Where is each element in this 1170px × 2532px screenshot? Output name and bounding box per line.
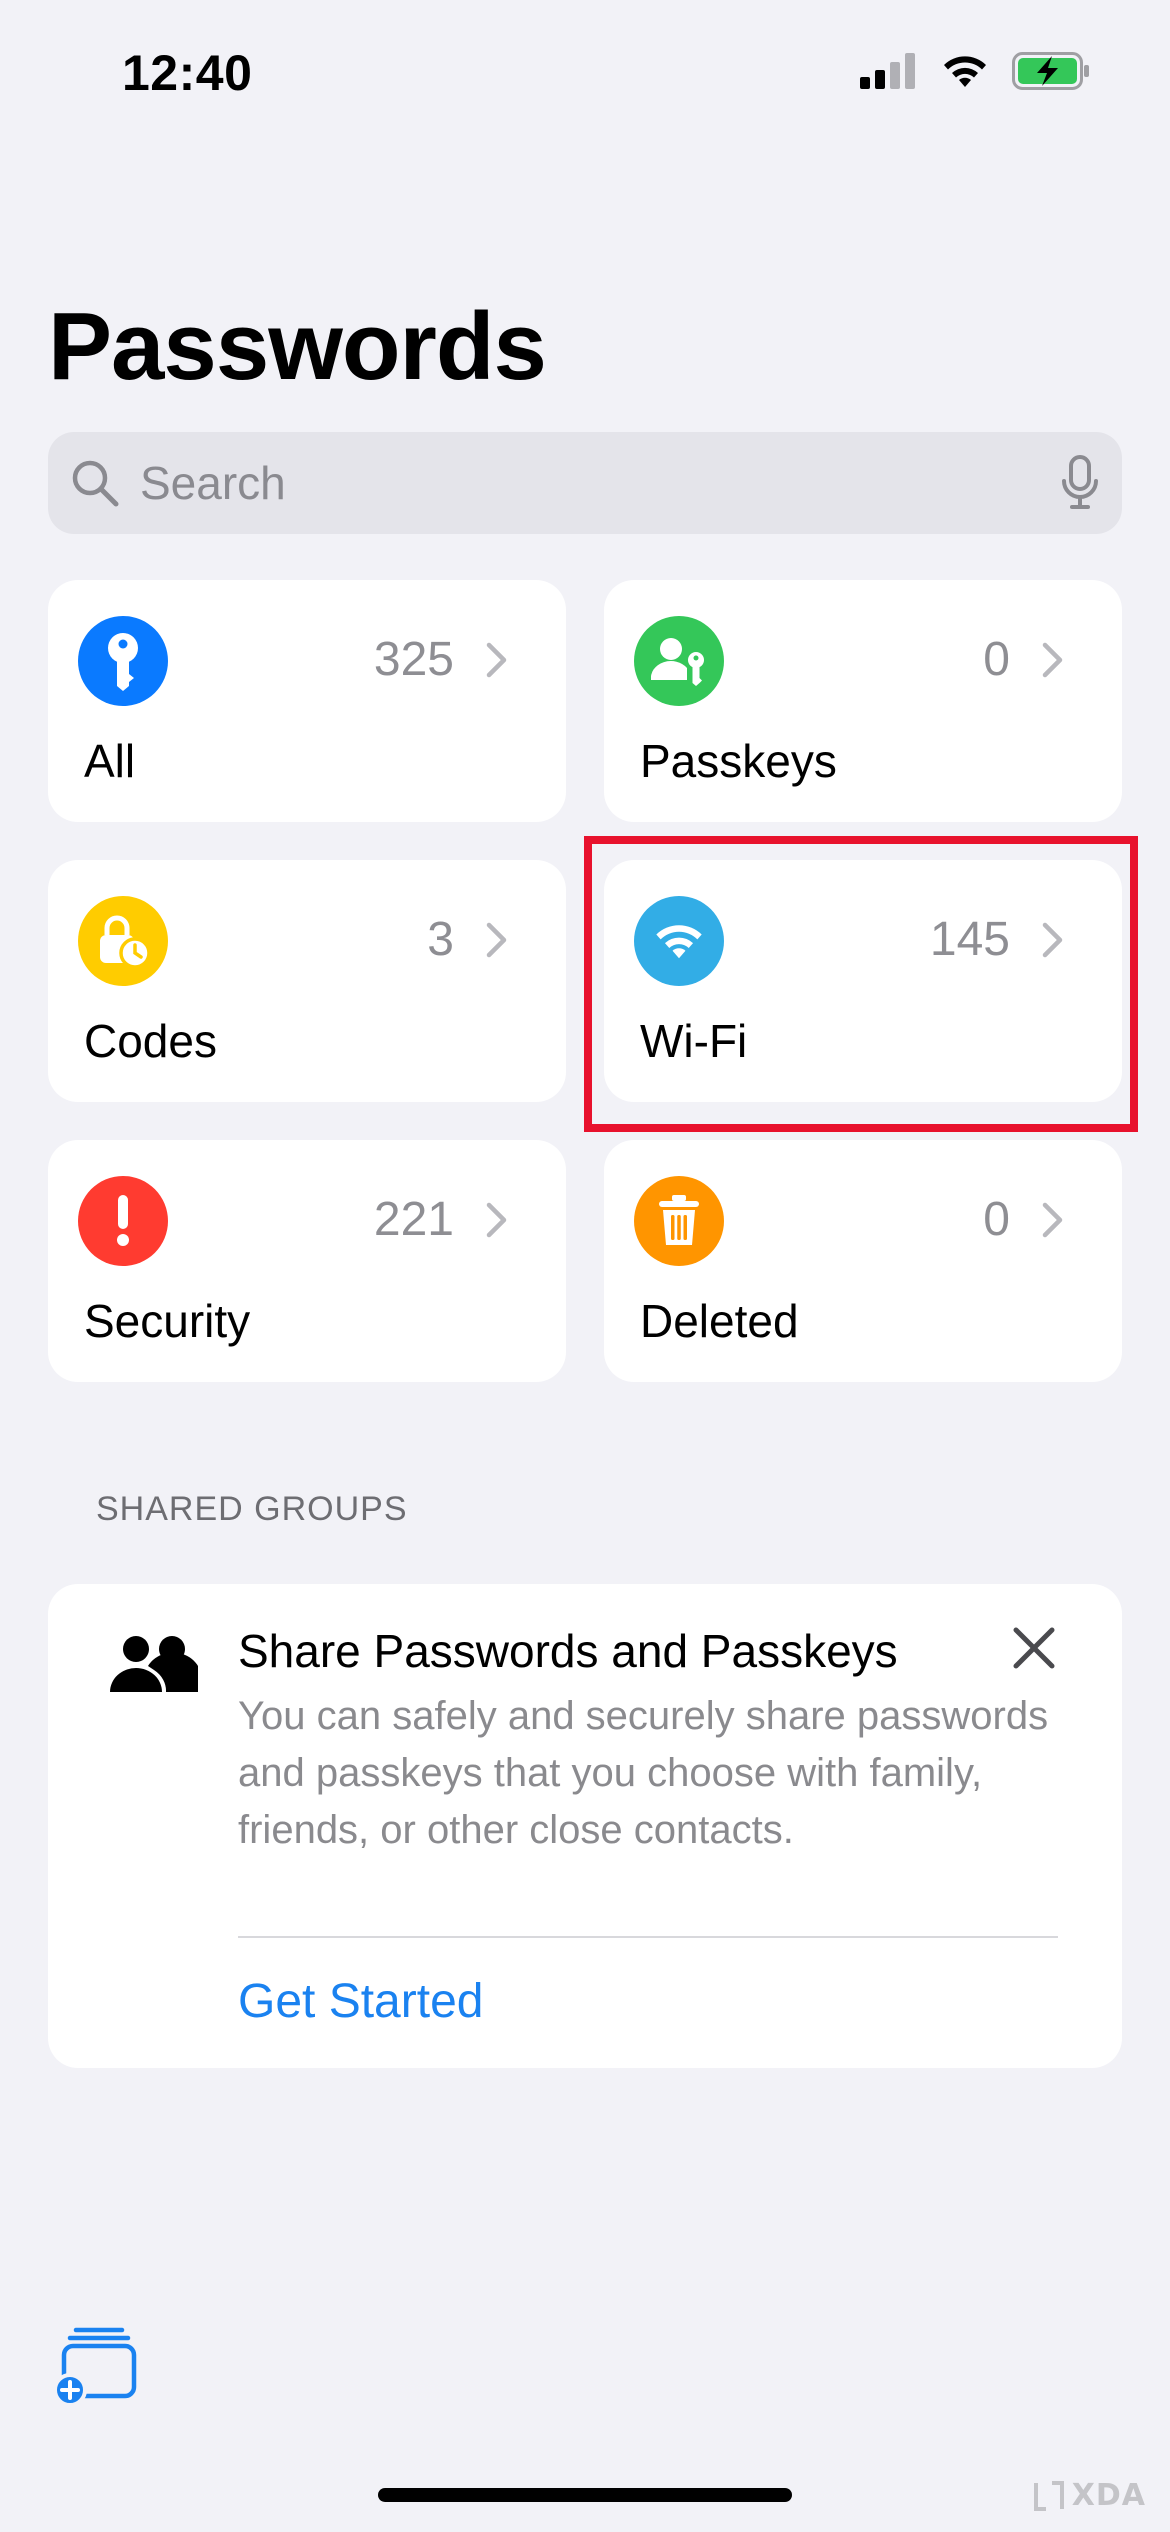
trash-icon <box>634 1176 724 1266</box>
status-bar: 12:40 <box>0 0 1170 150</box>
exclamation-icon <box>78 1176 168 1266</box>
watermark-text: XDA <box>1071 2478 1146 2513</box>
tile-label: Passkeys <box>640 735 837 787</box>
tile-label: Deleted <box>640 1295 799 1347</box>
wifi-icon <box>634 896 724 986</box>
chevron-right-icon <box>486 1202 507 1238</box>
page-title: Passwords <box>48 293 547 400</box>
tile-label: Codes <box>84 1015 217 1067</box>
home-indicator <box>378 2488 792 2502</box>
status-time: 12:40 <box>122 45 253 101</box>
chevron-right-icon <box>1042 922 1063 958</box>
chevron-right-icon <box>1042 642 1063 678</box>
people-icon <box>110 1636 198 1692</box>
tile-count: 221 <box>373 1193 454 1246</box>
close-icon[interactable] <box>1012 1626 1056 1670</box>
search-icon <box>72 460 119 507</box>
tile-all[interactable]: 325 All <box>48 580 566 822</box>
tile-label: Security <box>84 1295 251 1347</box>
xda-logo-icon <box>1033 2480 1064 2511</box>
tile-label: Wi-Fi <box>640 1015 748 1067</box>
chevron-right-icon <box>1042 1202 1063 1238</box>
tile-count: 3 <box>427 913 454 966</box>
search-bar[interactable] <box>48 432 1122 534</box>
search-input[interactable] <box>140 456 1060 510</box>
tile-label: All <box>84 735 136 787</box>
microphone-icon[interactable] <box>1060 455 1100 511</box>
tile-count: 0 <box>983 633 1010 686</box>
tile-count: 325 <box>373 633 454 686</box>
tile-security[interactable]: 221 Security <box>48 1140 566 1382</box>
status-icons <box>860 52 1092 90</box>
tile-passkeys[interactable]: 0 Passkeys <box>604 580 1122 822</box>
battery-charging-icon <box>1012 52 1089 90</box>
tile-codes[interactable]: 3 Codes <box>48 860 566 1102</box>
tile-deleted[interactable]: 0 Deleted <box>604 1140 1122 1382</box>
share-card-body: You can safely and securely share passwo… <box>238 1694 1049 1852</box>
share-passwords-card: Share Passwords and Passkeys You can saf… <box>48 1584 1122 2068</box>
get-started-link[interactable]: Get Started <box>238 1974 483 2029</box>
lock-clock-icon <box>78 896 168 986</box>
share-card-title: Share Passwords and Passkeys <box>238 1625 898 1677</box>
divider <box>238 1936 1058 1938</box>
xda-watermark: XDA <box>1032 2478 1146 2513</box>
chevron-right-icon <box>486 642 507 678</box>
new-group-button[interactable] <box>52 2326 142 2406</box>
tile-count: 145 <box>929 913 1010 966</box>
tile-count: 0 <box>983 1193 1010 1246</box>
chevron-right-icon <box>486 922 507 958</box>
person-key-icon <box>634 616 724 706</box>
cellular-signal-icon <box>860 53 915 89</box>
wifi-status-icon <box>944 56 986 87</box>
section-header-shared-groups: SHARED GROUPS <box>96 1490 408 1528</box>
key-icon <box>78 616 168 706</box>
tile-wifi[interactable]: 145 Wi-Fi <box>604 860 1122 1102</box>
